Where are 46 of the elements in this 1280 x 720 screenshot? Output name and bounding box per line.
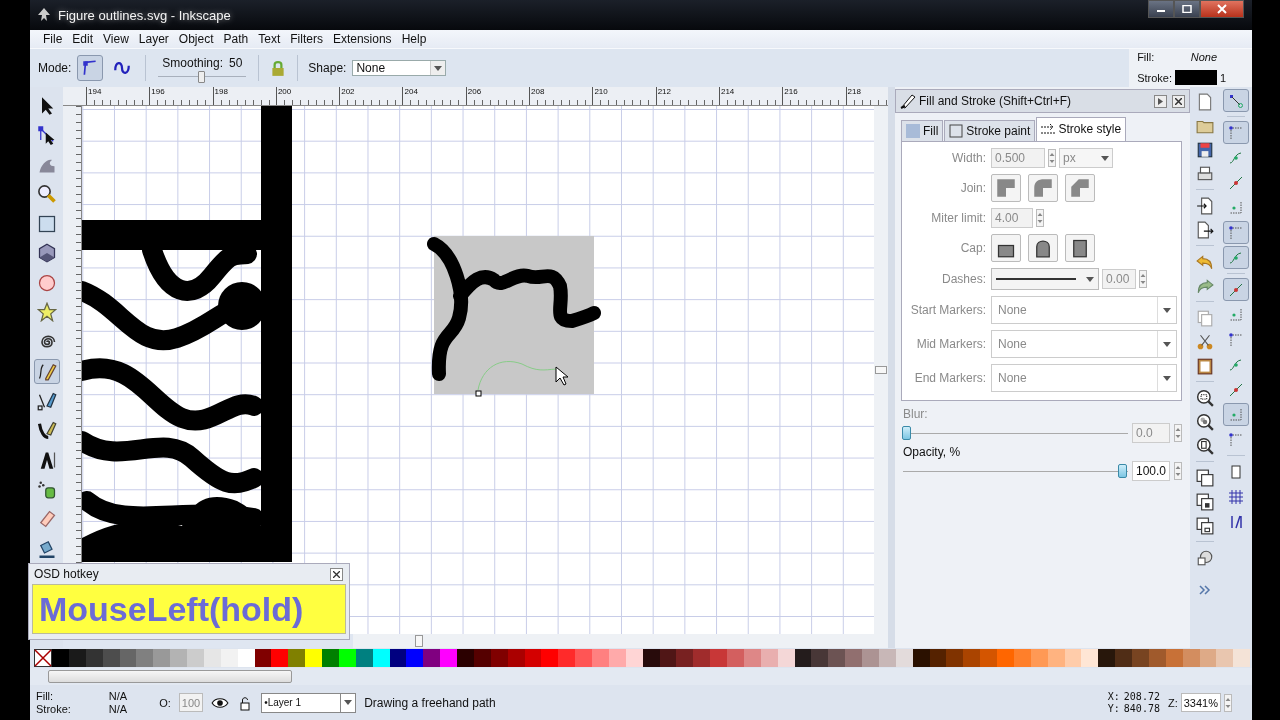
join-label: Join: xyxy=(959,181,986,195)
menu-item[interactable]: Object xyxy=(173,32,219,46)
smoothing-value: 50 xyxy=(229,55,243,70)
menu-item[interactable]: Help xyxy=(396,32,432,46)
osd-title: OSD hotkey xyxy=(34,567,99,581)
shape-label: Shape: xyxy=(308,61,347,75)
menu-item[interactable]: Edit xyxy=(67,32,99,46)
shape-dropdown[interactable]: None xyxy=(352,60,447,76)
zoom-field[interactable]: 3341% xyxy=(1180,693,1221,712)
x-label: X: xyxy=(1107,690,1120,703)
opacity-label: Opacity, % xyxy=(903,445,962,459)
stroke-label: Stroke: xyxy=(1137,71,1172,84)
miter-limit-label: Miter limit: xyxy=(930,211,986,225)
menu-item[interactable]: View xyxy=(98,32,134,46)
stroke-label: Stroke: xyxy=(36,702,71,716)
smoothing-label: Smoothing: xyxy=(162,55,224,70)
menu-item[interactable]: Filters xyxy=(285,32,328,46)
panel-title: Fill and Stroke (Shift+Ctrl+F) xyxy=(919,94,1072,108)
cap-label: Cap: xyxy=(959,241,986,255)
y-value: 840.78 xyxy=(1123,702,1160,715)
fill-label: Fill: xyxy=(1137,50,1156,63)
menu-item[interactable]: Extensions xyxy=(327,32,397,46)
menu-item[interactable]: File xyxy=(38,32,68,46)
mode-label: Mode: xyxy=(38,61,72,75)
stroke-width-value: 1 xyxy=(1220,71,1228,84)
markers-label: End Markers: xyxy=(913,371,986,385)
hotkey-display: MouseLeft(hold) xyxy=(32,584,346,634)
fill-value: N/A xyxy=(108,689,128,703)
markers-label: Start Markers: xyxy=(909,303,986,317)
x-value: 208.72 xyxy=(1123,690,1160,703)
menu-item[interactable]: Path xyxy=(218,32,254,46)
status-message: Drawing a freehand path xyxy=(364,695,496,710)
width-label: Width: xyxy=(951,151,986,165)
markers-label: Mid Markers: xyxy=(915,337,986,351)
zoom-label: Z: xyxy=(1167,696,1178,709)
y-label: Y: xyxy=(1107,702,1120,715)
opacity-label: O: xyxy=(159,696,171,709)
fill-label: Fill: xyxy=(36,689,55,703)
menu-item[interactable]: Text xyxy=(253,32,286,46)
menu-item[interactable]: Layer xyxy=(133,32,174,46)
fill-value: None xyxy=(1189,50,1217,63)
stroke-value: N/A xyxy=(108,702,128,716)
layer-dropdown[interactable]: •Layer 1 xyxy=(261,692,357,713)
dashes-label: Dashes: xyxy=(940,272,986,286)
blur-label: Blur: xyxy=(903,407,929,421)
window-title: Figure outlines.svg - Inkscape xyxy=(58,7,231,23)
